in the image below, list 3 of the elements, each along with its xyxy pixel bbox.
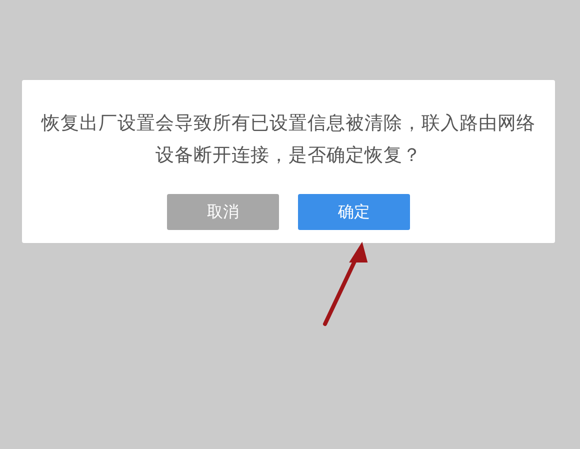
confirm-button[interactable]: 确定 bbox=[298, 194, 410, 230]
cancel-button[interactable]: 取消 bbox=[167, 194, 279, 230]
dialog-message: 恢复出厂设置会导致所有已设置信息被清除，联入路由网络设备断开连接，是否确定恢复？ bbox=[40, 112, 536, 168]
